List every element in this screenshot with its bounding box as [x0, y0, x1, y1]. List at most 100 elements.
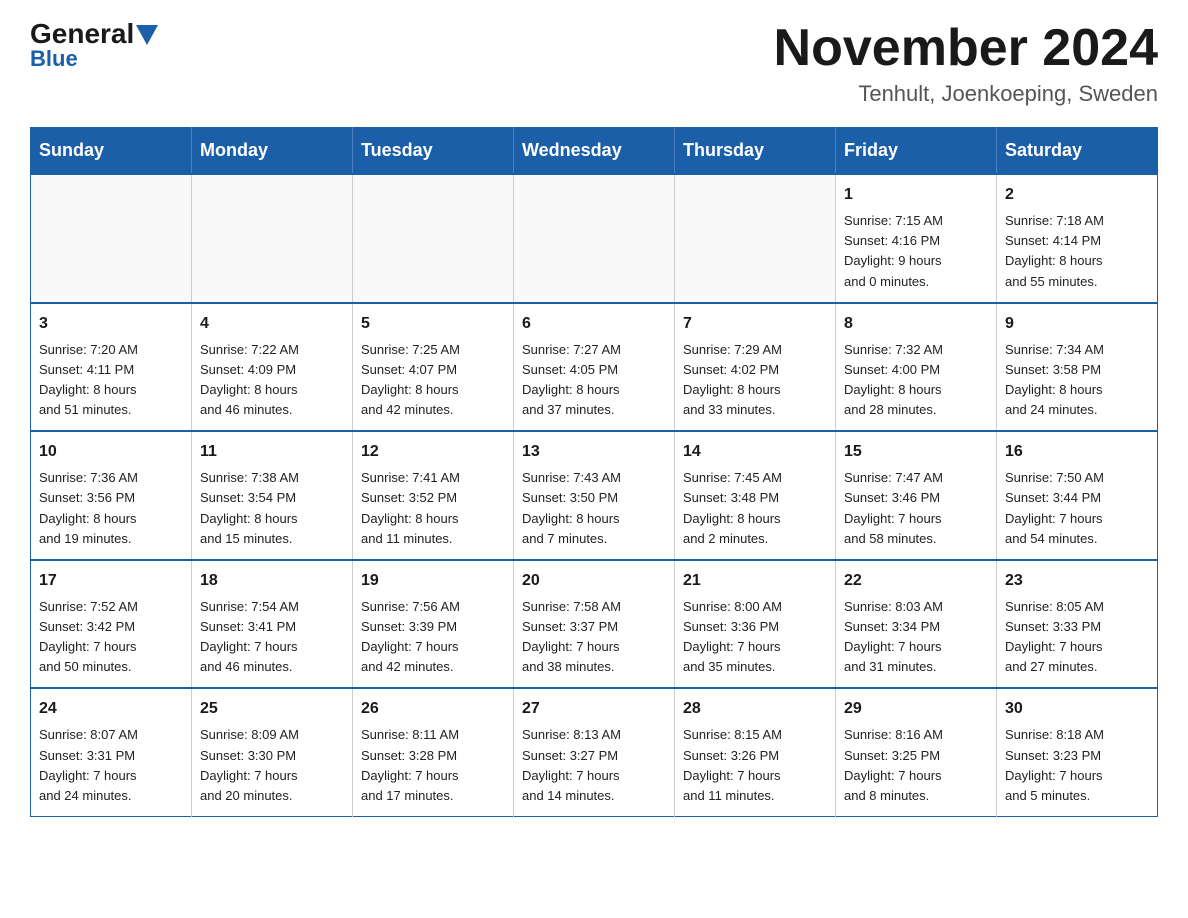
calendar-cell: [675, 174, 836, 303]
weekday-header-monday: Monday: [192, 128, 353, 175]
day-number: 13: [522, 440, 666, 464]
day-sun-info: Sunrise: 7:20 AM Sunset: 4:11 PM Dayligh…: [39, 340, 183, 421]
day-sun-info: Sunrise: 7:38 AM Sunset: 3:54 PM Dayligh…: [200, 468, 344, 549]
calendar-cell: 2 Sunrise: 7:18 AM Sunset: 4:14 PM Daylig…: [997, 174, 1158, 303]
calendar-cell: 8 Sunrise: 7:32 AM Sunset: 4:00 PM Daylig…: [836, 303, 997, 432]
day-number: 14: [683, 440, 827, 464]
day-number: 29: [844, 697, 988, 721]
day-sun-info: Sunrise: 8:15 AM Sunset: 3:26 PM Dayligh…: [683, 725, 827, 806]
weekday-header-wednesday: Wednesday: [514, 128, 675, 175]
calendar-table: SundayMondayTuesdayWednesdayThursdayFrid…: [30, 127, 1158, 817]
calendar-cell: 1Sunrise: 7:15 AM Sunset: 4:16 PM Daylig…: [836, 174, 997, 303]
calendar-cell: 20 Sunrise: 7:58 AM Sunset: 3:37 PM Dayli…: [514, 560, 675, 689]
day-sun-info: Sunrise: 7:54 AM Sunset: 3:41 PM Dayligh…: [200, 597, 344, 678]
weekday-header-saturday: Saturday: [997, 128, 1158, 175]
day-sun-info: Sunrise: 7:52 AM Sunset: 3:42 PM Dayligh…: [39, 597, 183, 678]
day-number: 23: [1005, 569, 1149, 593]
day-sun-info: Sunrise: 8:09 AM Sunset: 3:30 PM Dayligh…: [200, 725, 344, 806]
week-row-3: 10 Sunrise: 7:36 AM Sunset: 3:56 PM Dayli…: [31, 431, 1158, 560]
weekday-header-row: SundayMondayTuesdayWednesdayThursdayFrid…: [31, 128, 1158, 175]
calendar-cell: 25 Sunrise: 8:09 AM Sunset: 3:30 PM Dayli…: [192, 688, 353, 816]
calendar-cell: 15 Sunrise: 7:47 AM Sunset: 3:46 PM Dayli…: [836, 431, 997, 560]
day-sun-info: Sunrise: 7:32 AM Sunset: 4:00 PM Dayligh…: [844, 340, 988, 421]
day-sun-info: Sunrise: 7:56 AM Sunset: 3:39 PM Dayligh…: [361, 597, 505, 678]
day-number: 16: [1005, 440, 1149, 464]
day-sun-info: Sunrise: 7:43 AM Sunset: 3:50 PM Dayligh…: [522, 468, 666, 549]
calendar-cell: 4 Sunrise: 7:22 AM Sunset: 4:09 PM Daylig…: [192, 303, 353, 432]
day-number: 25: [200, 697, 344, 721]
day-number: 8: [844, 312, 988, 336]
calendar-cell: 5 Sunrise: 7:25 AM Sunset: 4:07 PM Daylig…: [353, 303, 514, 432]
week-row-2: 3 Sunrise: 7:20 AM Sunset: 4:11 PM Daylig…: [31, 303, 1158, 432]
calendar-cell: 17 Sunrise: 7:52 AM Sunset: 3:42 PM Dayli…: [31, 560, 192, 689]
calendar-cell: [514, 174, 675, 303]
calendar-cell: 26Sunrise: 8:11 AM Sunset: 3:28 PM Dayli…: [353, 688, 514, 816]
day-number: 19: [361, 569, 505, 593]
day-sun-info: Sunrise: 8:07 AM Sunset: 3:31 PM Dayligh…: [39, 725, 183, 806]
calendar-cell: [353, 174, 514, 303]
calendar-cell: [192, 174, 353, 303]
day-sun-info: Sunrise: 7:58 AM Sunset: 3:37 PM Dayligh…: [522, 597, 666, 678]
calendar-cell: 11Sunrise: 7:38 AM Sunset: 3:54 PM Dayli…: [192, 431, 353, 560]
calendar-cell: 27 Sunrise: 8:13 AM Sunset: 3:27 PM Dayli…: [514, 688, 675, 816]
day-sun-info: Sunrise: 8:13 AM Sunset: 3:27 PM Dayligh…: [522, 725, 666, 806]
day-number: 15: [844, 440, 988, 464]
day-number: 3: [39, 312, 183, 336]
calendar-cell: 28 Sunrise: 8:15 AM Sunset: 3:26 PM Dayli…: [675, 688, 836, 816]
calendar-cell: 21Sunrise: 8:00 AM Sunset: 3:36 PM Dayli…: [675, 560, 836, 689]
day-number: 17: [39, 569, 183, 593]
calendar-cell: 6 Sunrise: 7:27 AM Sunset: 4:05 PM Daylig…: [514, 303, 675, 432]
day-number: 30: [1005, 697, 1149, 721]
weekday-header-tuesday: Tuesday: [353, 128, 514, 175]
week-row-4: 17 Sunrise: 7:52 AM Sunset: 3:42 PM Dayli…: [31, 560, 1158, 689]
day-number: 6: [522, 312, 666, 336]
day-sun-info: Sunrise: 7:50 AM Sunset: 3:44 PM Dayligh…: [1005, 468, 1149, 549]
calendar-cell: 12Sunrise: 7:41 AM Sunset: 3:52 PM Dayli…: [353, 431, 514, 560]
day-sun-info: Sunrise: 7:25 AM Sunset: 4:07 PM Dayligh…: [361, 340, 505, 421]
logo-blue-text: Blue: [30, 46, 78, 72]
day-sun-info: Sunrise: 8:18 AM Sunset: 3:23 PM Dayligh…: [1005, 725, 1149, 806]
day-number: 2: [1005, 183, 1149, 207]
calendar-cell: 13 Sunrise: 7:43 AM Sunset: 3:50 PM Dayli…: [514, 431, 675, 560]
day-number: 21: [683, 569, 827, 593]
location-text: Tenhult, Joenkoeping, Sweden: [774, 81, 1158, 107]
day-number: 28: [683, 697, 827, 721]
day-number: 24: [39, 697, 183, 721]
day-number: 5: [361, 312, 505, 336]
week-row-5: 24 Sunrise: 8:07 AM Sunset: 3:31 PM Dayli…: [31, 688, 1158, 816]
day-sun-info: Sunrise: 7:41 AM Sunset: 3:52 PM Dayligh…: [361, 468, 505, 549]
calendar-cell: 18Sunrise: 7:54 AM Sunset: 3:41 PM Dayli…: [192, 560, 353, 689]
day-number: 20: [522, 569, 666, 593]
calendar-cell: 29Sunrise: 8:16 AM Sunset: 3:25 PM Dayli…: [836, 688, 997, 816]
logo: General Blue: [30, 20, 158, 72]
day-number: 27: [522, 697, 666, 721]
day-number: 7: [683, 312, 827, 336]
day-sun-info: Sunrise: 7:22 AM Sunset: 4:09 PM Dayligh…: [200, 340, 344, 421]
weekday-header-friday: Friday: [836, 128, 997, 175]
day-sun-info: Sunrise: 7:18 AM Sunset: 4:14 PM Dayligh…: [1005, 211, 1149, 292]
day-sun-info: Sunrise: 8:11 AM Sunset: 3:28 PM Dayligh…: [361, 725, 505, 806]
calendar-cell: [31, 174, 192, 303]
day-sun-info: Sunrise: 7:27 AM Sunset: 4:05 PM Dayligh…: [522, 340, 666, 421]
week-row-1: 1Sunrise: 7:15 AM Sunset: 4:16 PM Daylig…: [31, 174, 1158, 303]
day-sun-info: Sunrise: 7:47 AM Sunset: 3:46 PM Dayligh…: [844, 468, 988, 549]
calendar-cell: 10 Sunrise: 7:36 AM Sunset: 3:56 PM Dayli…: [31, 431, 192, 560]
calendar-cell: 16 Sunrise: 7:50 AM Sunset: 3:44 PM Dayli…: [997, 431, 1158, 560]
day-number: 1: [844, 183, 988, 207]
calendar-cell: 3 Sunrise: 7:20 AM Sunset: 4:11 PM Daylig…: [31, 303, 192, 432]
day-sun-info: Sunrise: 7:36 AM Sunset: 3:56 PM Dayligh…: [39, 468, 183, 549]
day-sun-info: Sunrise: 7:34 AM Sunset: 3:58 PM Dayligh…: [1005, 340, 1149, 421]
calendar-cell: 30 Sunrise: 8:18 AM Sunset: 3:23 PM Dayli…: [997, 688, 1158, 816]
calendar-cell: 14 Sunrise: 7:45 AM Sunset: 3:48 PM Dayli…: [675, 431, 836, 560]
logo-general-text: General: [30, 20, 134, 48]
calendar-cell: 23Sunrise: 8:05 AM Sunset: 3:33 PM Dayli…: [997, 560, 1158, 689]
day-sun-info: Sunrise: 8:03 AM Sunset: 3:34 PM Dayligh…: [844, 597, 988, 678]
calendar-cell: 24 Sunrise: 8:07 AM Sunset: 3:31 PM Dayli…: [31, 688, 192, 816]
day-number: 4: [200, 312, 344, 336]
calendar-cell: 19 Sunrise: 7:56 AM Sunset: 3:39 PM Dayli…: [353, 560, 514, 689]
day-number: 10: [39, 440, 183, 464]
calendar-cell: 7Sunrise: 7:29 AM Sunset: 4:02 PM Daylig…: [675, 303, 836, 432]
month-title: November 2024: [774, 20, 1158, 77]
day-sun-info: Sunrise: 7:45 AM Sunset: 3:48 PM Dayligh…: [683, 468, 827, 549]
logo-arrow-icon: [136, 25, 158, 45]
